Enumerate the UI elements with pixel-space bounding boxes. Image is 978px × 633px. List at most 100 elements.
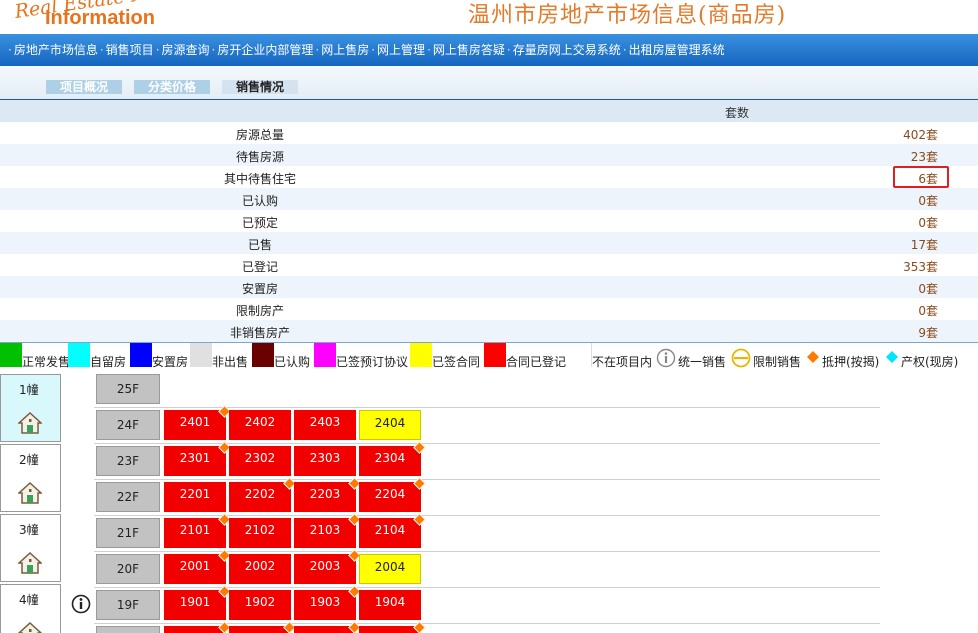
unit-cell[interactable]: 2302 (229, 446, 291, 476)
unit-number: 2104 (374, 523, 406, 537)
stats-header-row: 套数 (0, 100, 978, 122)
tab-sales-status[interactable]: 销售情况 (222, 80, 298, 94)
legend-swatch (252, 343, 274, 367)
unit-cell[interactable]: 2303 (294, 446, 356, 476)
unit-cell[interactable]: 2403 (294, 410, 356, 440)
unit-cell[interactable]: 1804 (359, 621, 426, 633)
legend-label: 自留房 (90, 355, 127, 369)
house-icon (18, 481, 42, 504)
nav-separator: · (315, 43, 320, 57)
unit-cell[interactable]: 2301 (164, 441, 231, 476)
floor-label[interactable]: 21F (96, 518, 160, 548)
legend-label: 非出售 (212, 355, 249, 369)
floor-label[interactable]: 22F (96, 482, 160, 512)
unit-cell[interactable]: 1903 (294, 585, 361, 620)
legend-swatch (314, 343, 336, 367)
unit-number: 2301 (179, 451, 211, 465)
unit-cell[interactable]: 2003 (294, 549, 361, 584)
building-name: 2幢 (19, 453, 39, 467)
tab-category-price[interactable]: 分类价格 (134, 80, 210, 94)
floor-label[interactable]: 20F (96, 554, 160, 584)
unit-cell[interactable]: 2203 (294, 477, 361, 512)
floor-row: 22F 2201 2202 2203 2204 (94, 477, 880, 516)
unit-number: 2304 (374, 451, 406, 465)
unit-cell[interactable]: 2304 (359, 441, 426, 476)
nav-item[interactable]: 房源查询 (162, 43, 210, 57)
unit-cell[interactable]: 1901 (164, 585, 231, 620)
unit-number: 2103 (309, 523, 341, 537)
unified-sale-info-icon[interactable] (71, 594, 91, 614)
unit-cell[interactable]: 1802 (229, 621, 296, 633)
info-circle-icon (656, 348, 676, 368)
unit-number: 2403 (309, 415, 341, 429)
stat-value: 6套 (918, 172, 938, 186)
nav-item[interactable]: 房开企业内部管理 (217, 43, 313, 57)
unit-cell[interactable]: 2401 (164, 405, 231, 440)
nav-separator: · (622, 43, 627, 57)
stat-value: 402套 (903, 128, 938, 142)
nav-item[interactable]: 存量房网上交易系统 (513, 43, 621, 57)
unit-number: 2204 (374, 487, 406, 501)
building-tab[interactable]: 1幢 (0, 374, 61, 442)
stat-row: 房源总量 402套 (0, 122, 978, 144)
stat-row: 非销售房产 9套 (0, 320, 978, 342)
nav-item[interactable]: 出租房屋管理系统 (629, 43, 725, 57)
unit-cell[interactable]: 2004 (359, 554, 421, 584)
unit-number: 2302 (244, 451, 276, 465)
floor-label[interactable]: 18F (96, 626, 160, 633)
unit-number: 2401 (179, 415, 211, 429)
unit-cell[interactable]: 1902 (229, 590, 291, 620)
unit-cell[interactable]: 2104 (359, 513, 426, 548)
floor-row: 21F 2101 2102 2103 2104 (94, 513, 880, 552)
unit-number: 2402 (244, 415, 276, 429)
unit-cell[interactable]: 1904 (359, 590, 421, 620)
pledge-diamond-icon (807, 351, 819, 363)
floor-label[interactable]: 25F (96, 374, 160, 404)
nav-item[interactable]: 网上售房 (321, 43, 369, 57)
unit-number: 2102 (244, 523, 276, 537)
nav-item[interactable]: 网上售房答疑 (433, 43, 505, 57)
stat-label: 待售房源 (235, 150, 284, 164)
unit-number: 2404 (374, 416, 406, 430)
unit-cell[interactable]: 2201 (164, 482, 226, 512)
stat-row: 安置房 0套 (0, 276, 978, 298)
unit-cell[interactable]: 2204 (359, 477, 426, 512)
floor-label[interactable]: 24F (96, 410, 160, 440)
unit-cell[interactable]: 1801 (164, 621, 231, 633)
page: { "header": { "logo_arc": "Real Estate M… (0, 0, 978, 633)
stat-label: 非销售房产 (229, 326, 290, 340)
floor-label[interactable]: 19F (96, 590, 160, 620)
tab-project-overview[interactable]: 项目概况 (46, 80, 122, 94)
unit-cell[interactable]: 2103 (294, 513, 361, 548)
nav-item[interactable]: 房地产市场信息 (14, 43, 98, 57)
unit-cell[interactable]: 2101 (164, 513, 231, 548)
unit-cell[interactable]: 2402 (229, 410, 291, 440)
unit-number: 2004 (374, 560, 406, 574)
building-tab[interactable]: 4幢 (0, 584, 61, 633)
building-tab[interactable]: 3幢 (0, 514, 61, 582)
stat-label: 已登记 (241, 260, 278, 274)
nav-item[interactable]: 网上管理 (377, 43, 425, 57)
nav-item[interactable]: 销售项目 (106, 43, 154, 57)
unit-cell[interactable]: 2202 (229, 477, 296, 512)
legend-swatch (410, 343, 432, 367)
status-legend: 正常发售 自留房 安置房 非出售 已认购 已签预订协议 已签合同 合同已登记 不在项目内 统一销售… (0, 342, 978, 370)
unit-cell[interactable]: 2002 (229, 554, 291, 584)
house-icon (18, 621, 42, 633)
unit-number: 2101 (179, 523, 211, 537)
unit-cell[interactable]: 2102 (229, 518, 291, 548)
legend-label: 抵押(按揭) (822, 355, 880, 369)
unit-cell[interactable]: 2404 (359, 410, 421, 440)
unit-number: 2002 (244, 559, 276, 573)
unit-number: 2203 (309, 487, 341, 501)
stat-value: 9套 (918, 326, 938, 340)
unit-cell[interactable]: 2001 (164, 549, 231, 584)
floor-row: 25F (94, 372, 880, 408)
unit-cell[interactable]: 1803 (294, 621, 361, 633)
legend-label: 安置房 (152, 355, 189, 369)
property-diamond-icon (886, 351, 898, 363)
legend-swatch (570, 343, 592, 367)
building-tab[interactable]: 2幢 (0, 444, 61, 512)
legend-label: 不在项目内 (592, 355, 653, 369)
floor-label[interactable]: 23F (96, 446, 160, 476)
